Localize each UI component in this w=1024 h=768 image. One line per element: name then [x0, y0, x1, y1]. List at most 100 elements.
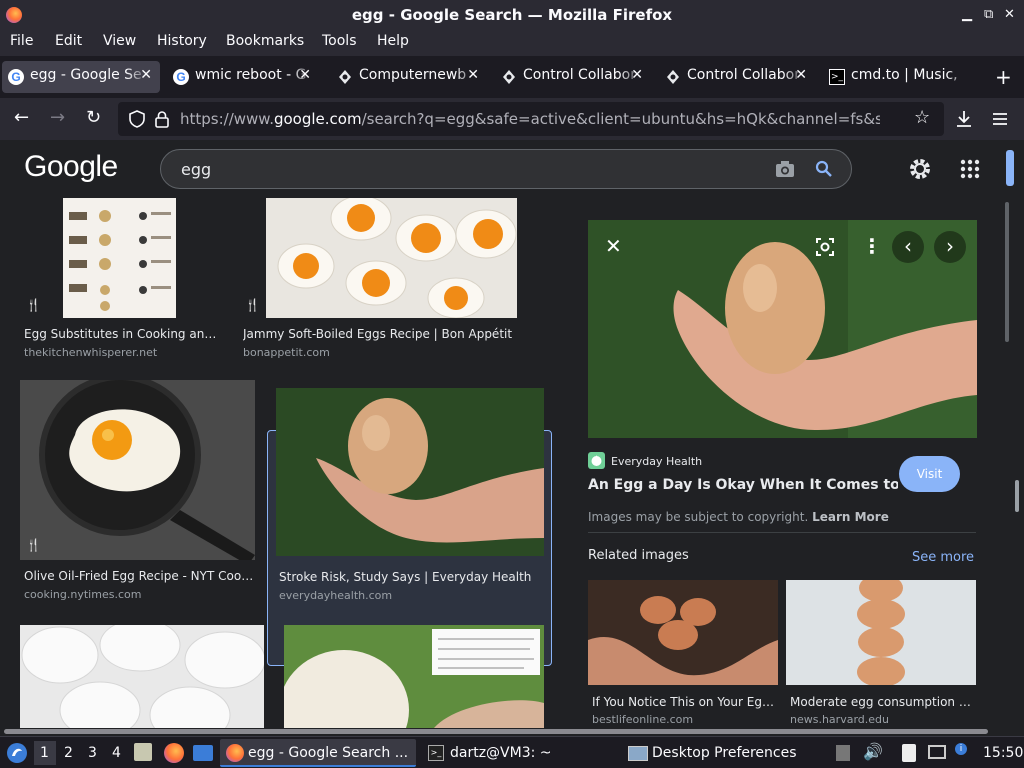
file-manager-icon[interactable] [134, 743, 152, 761]
bookmark-star-icon[interactable]: ☆ [914, 107, 930, 128]
window-title: egg - Google Search — Mozilla Firefox [351, 6, 673, 24]
tab-computernewb[interactable]: Computernewb ✕ [331, 61, 487, 93]
reload-icon[interactable]: ↻ [86, 106, 101, 130]
visit-button[interactable]: Visit [899, 456, 960, 492]
network-icon[interactable] [928, 745, 946, 759]
google-icon: G [173, 69, 189, 85]
more-options-icon[interactable]: ⋮ [862, 234, 882, 258]
url-text[interactable]: https://www.google.com/search?q=egg&safe… [180, 110, 880, 128]
result-source: everydayhealth.com [279, 589, 393, 602]
menu-view[interactable]: View [103, 33, 136, 49]
minimize-icon[interactable]: ▁ [962, 0, 972, 30]
menu-help[interactable]: Help [377, 33, 409, 49]
next-icon[interactable]: › [934, 231, 966, 263]
restore-icon[interactable]: ⧉ [984, 0, 993, 30]
learn-more-link[interactable]: Learn More [812, 510, 889, 524]
menu-bookmarks[interactable]: Bookmarks [226, 33, 304, 49]
close-tab-icon[interactable]: ✕ [140, 67, 152, 83]
result-thumbnail-egg-substitutes[interactable] [63, 198, 176, 318]
related-thumbnail-stacked-eggs[interactable] [786, 580, 976, 685]
result-thumbnail-jammy-eggs[interactable] [266, 198, 517, 318]
source-site-name[interactable]: Everyday Health [611, 455, 702, 468]
task-terminal[interactable]: >_ dartz@VM3: ~ [422, 739, 618, 767]
hamburger-menu-icon[interactable] [991, 110, 1009, 128]
result-caption[interactable]: Olive Oil-Fried Egg Recipe - NYT Cooking [24, 569, 259, 583]
tab-control-collab-2[interactable]: Control Collabor ✕ [659, 61, 815, 93]
tab-cmd-to[interactable]: >_ cmd.to | Music, [823, 61, 978, 93]
info-icon[interactable]: i [955, 743, 967, 755]
lock-icon[interactable] [154, 110, 170, 128]
result-thumbnail-white-eggs[interactable] [20, 625, 264, 728]
previous-icon[interactable]: ‹ [892, 231, 924, 263]
lens-search-icon[interactable] [816, 238, 834, 256]
page-content: Google egg 🍴 Egg Substitutes in Cooking … [0, 140, 1024, 728]
tab-label: egg - Google Se [30, 67, 142, 83]
related-images-heading: Related images [588, 548, 689, 563]
workspace-3[interactable]: 3 [88, 745, 97, 761]
task-firefox[interactable]: egg - Google Search ... [220, 739, 416, 767]
result-caption[interactable]: Egg Substitutes in Cooking and B... [24, 327, 219, 341]
search-input[interactable]: egg [181, 160, 211, 179]
tab-label: cmd.to | Music, [851, 67, 958, 83]
image-results-grid: 🍴 Egg Substitutes in Cooking and B... th… [0, 198, 565, 728]
task-label: dartz@VM3: ~ [450, 745, 552, 761]
recipe-fork-icon: 🍴 [26, 298, 41, 312]
camera-icon[interactable] [775, 160, 795, 178]
tab-bar: G egg - Google Se ✕ G wmic reboot - G ✕ … [0, 56, 1024, 98]
clipboard-icon[interactable] [902, 744, 916, 762]
search-icon[interactable] [815, 160, 833, 178]
url-bar[interactable]: https://www.google.com/search?q=egg&safe… [118, 102, 944, 136]
task-desktop-preferences[interactable]: Desktop Preferences [624, 739, 824, 767]
related-caption[interactable]: Moderate egg consumption get... [790, 695, 976, 709]
back-icon[interactable]: ← [14, 106, 29, 130]
close-tab-icon[interactable]: ✕ [631, 67, 643, 83]
result-caption[interactable]: Stroke Risk, Study Says | Everyday Healt… [279, 570, 539, 584]
horizontal-scrollbar[interactable] [0, 728, 1024, 736]
workspace-4[interactable]: 4 [112, 745, 121, 761]
start-menu-icon[interactable] [6, 742, 28, 764]
tab-wmic-reboot[interactable]: G wmic reboot - G ✕ [167, 61, 319, 93]
result-thumbnail-ostrich-egg[interactable] [284, 625, 544, 728]
search-box[interactable]: egg [160, 149, 852, 189]
menu-file[interactable]: File [10, 33, 33, 49]
tab-control-collab-1[interactable]: Control Collabor ✕ [495, 61, 651, 93]
tab-egg-google[interactable]: G egg - Google Se ✕ [2, 61, 160, 93]
page-scroll-thumb[interactable] [1006, 150, 1014, 186]
show-desktop-icon[interactable] [193, 745, 213, 761]
settings-gear-icon[interactable] [908, 157, 932, 181]
forward-icon[interactable]: → [50, 106, 65, 130]
result-thumbnail-fried-egg[interactable] [20, 380, 255, 560]
google-logo[interactable]: Google [24, 150, 118, 184]
result-thumbnail-egg-in-hand[interactable] [276, 388, 544, 556]
tray-notes-icon[interactable] [836, 745, 850, 761]
tab-label: Control Collabor [687, 67, 800, 83]
preview-title[interactable]: An Egg a Day Is Okay When It Comes to St… [588, 477, 898, 493]
task-label: Desktop Preferences [652, 745, 797, 761]
menu-tools[interactable]: Tools [322, 33, 357, 49]
horizontal-scroll-thumb[interactable] [4, 729, 988, 734]
terminal-icon: >_ [829, 69, 845, 85]
close-preview-icon[interactable]: ✕ [605, 234, 622, 258]
menu-history[interactable]: History [157, 33, 207, 49]
system-taskbar: 1 2 3 4 egg - Google Search ... >_ dartz… [0, 736, 1024, 768]
related-thumbnail-hands-eggs[interactable] [588, 580, 778, 685]
firefox-launcher-icon[interactable] [164, 743, 184, 763]
close-window-icon[interactable]: ✕ [1004, 0, 1015, 30]
result-caption[interactable]: Jammy Soft-Boiled Eggs Recipe | Bon Appé… [243, 327, 543, 341]
volume-icon[interactable]: 🔊 [863, 742, 883, 761]
new-tab-icon[interactable]: + [995, 65, 1012, 89]
menu-edit[interactable]: Edit [55, 33, 82, 49]
google-icon: G [8, 69, 24, 85]
apps-grid-icon[interactable] [960, 159, 980, 179]
close-tab-icon[interactable]: ✕ [299, 67, 311, 83]
close-tab-icon[interactable]: ✕ [795, 67, 807, 83]
close-tab-icon[interactable]: ✕ [467, 67, 479, 83]
see-more-link[interactable]: See more [912, 550, 974, 565]
panel-scroll-thumb[interactable] [1015, 480, 1019, 512]
download-icon[interactable] [954, 109, 974, 129]
workspace-1[interactable]: 1 [40, 745, 49, 761]
content-scroll-thumb[interactable] [1005, 202, 1009, 342]
workspace-2[interactable]: 2 [64, 745, 73, 761]
related-caption[interactable]: If You Notice This on Your Eggs... [592, 695, 778, 709]
shield-icon[interactable] [128, 110, 146, 128]
